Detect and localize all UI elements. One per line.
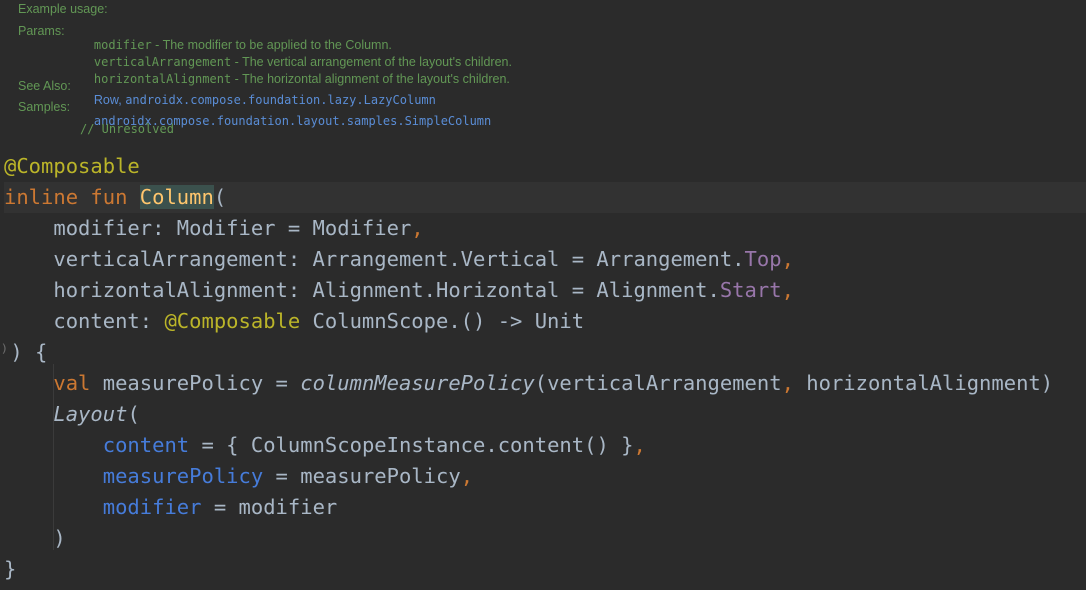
- code-line[interactable]: ): [4, 523, 1086, 554]
- keyword-token: val: [53, 371, 91, 395]
- code-token: = measurePolicy: [263, 464, 461, 488]
- code-token: verticalArrangement: Arrangement.Vertica…: [4, 247, 745, 271]
- code-token: modifier: Modifier = Modifier: [4, 216, 412, 240]
- doc-example-usage: Example usage:: [18, 2, 108, 16]
- code-line[interactable]: Layout(: [4, 399, 1086, 430]
- code-token: ) {: [10, 340, 48, 364]
- property-token: Start: [719, 278, 782, 302]
- keyword-token: ,: [411, 216, 424, 240]
- code-token: horizontalAlignment: Alignment.Horizonta…: [4, 278, 720, 302]
- annotation-token: @Composable: [164, 309, 301, 333]
- doc-params-label: Params:: [18, 24, 65, 38]
- code-token: ColumnScope.() -> Unit: [300, 309, 585, 333]
- doc-see-also-label: See Also:: [18, 79, 71, 93]
- named-argument-token: content: [102, 433, 190, 457]
- code-token: }: [4, 557, 17, 581]
- keyword-token: ,: [781, 278, 794, 302]
- doc-samples-label: Samples:: [18, 100, 71, 114]
- code-line[interactable]: modifier: Modifier = Modifier,: [4, 213, 1086, 244]
- keyword-token: ,: [781, 247, 794, 271]
- code-token: (: [127, 402, 140, 426]
- code-token: ): [4, 526, 66, 550]
- code-line[interactable]: measurePolicy = measurePolicy,: [4, 461, 1086, 492]
- named-argument-token: measurePolicy: [102, 464, 264, 488]
- annotation-token: @Composable: [4, 154, 140, 178]
- code-token: measurePolicy =: [90, 371, 301, 395]
- code-line[interactable]: modifier = modifier: [4, 492, 1086, 523]
- property-token: Top: [744, 247, 782, 271]
- doc-samples-note: // Unresolved: [80, 122, 174, 136]
- code-line[interactable]: content: @Composable ColumnScope.() -> U…: [4, 306, 1086, 337]
- quick-documentation: Example usage: Params: modifier - The mo…: [0, 0, 1086, 150]
- code-line[interactable]: horizontalAlignment: Alignment.Horizonta…: [4, 275, 1086, 306]
- code-token: = { ColumnScopeInstance.content() }: [189, 433, 634, 457]
- function-name-token: Column: [139, 185, 214, 209]
- code-line[interactable]: inline fun Column(: [4, 182, 1086, 213]
- keyword-token: ,: [781, 371, 794, 395]
- function-call-token: Layout: [53, 402, 128, 426]
- code-line[interactable]: verticalArrangement: Arrangement.Vertica…: [4, 244, 1086, 275]
- function-call-token: columnMeasurePolicy: [300, 371, 535, 395]
- keyword-token: inline fun: [4, 185, 140, 209]
- code-line[interactable]: val measurePolicy = columnMeasurePolicy(…: [4, 368, 1086, 399]
- code-line[interactable]: @Composable: [4, 151, 1086, 182]
- keyword-token: ,: [460, 464, 474, 488]
- code-token: = modifier: [201, 495, 338, 519]
- code-line[interactable]: }: [4, 554, 1086, 585]
- code-token: content:: [4, 309, 165, 333]
- code-token: horizontalAlignment): [793, 371, 1054, 395]
- named-argument-token: modifier: [102, 495, 202, 519]
- fold-marker: ⁾: [0, 340, 10, 364]
- keyword-token: ,: [633, 433, 646, 457]
- code-token: (: [213, 185, 227, 209]
- code-line[interactable]: content = { ColumnScopeInstance.content(…: [4, 430, 1086, 461]
- code-editor[interactable]: @Composable inline fun Column( modifier: …: [0, 151, 1086, 590]
- code-line[interactable]: ⁾) {: [0, 337, 1084, 368]
- code-token: (verticalArrangement: [534, 371, 782, 395]
